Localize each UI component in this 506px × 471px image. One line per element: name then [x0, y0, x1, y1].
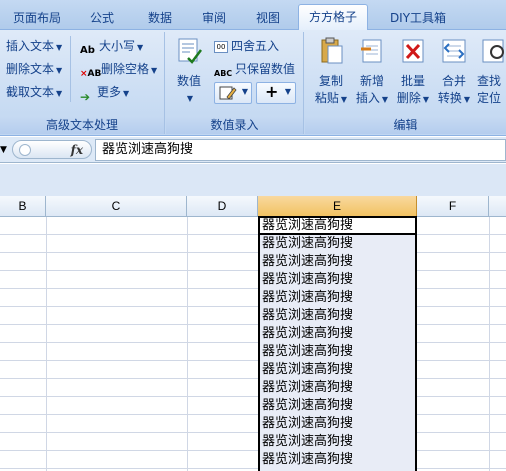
column-header-d[interactable]: D [187, 196, 258, 217]
insert-icon [361, 39, 382, 63]
find-locate-button[interactable]: 查找 定位 [475, 34, 506, 112]
abc-icon: ABC [214, 68, 233, 78]
delete-space-button[interactable]: ×AB删除空格 ▼ [80, 59, 157, 79]
extract-text-button[interactable]: 截取文本 ▼ [6, 82, 62, 102]
keep-value-button[interactable]: ABC 只保留数值 [214, 59, 295, 79]
column-header-e[interactable]: E [258, 196, 417, 217]
group-advanced-text: 插入文本 ▼ 删除文本 ▼ 截取文本 ▼ Ab 大小写 ▼ ×AB删除空格 ▼ ➔ 更多 ▼ 高… [0, 32, 165, 134]
merge-convert-button[interactable]: 合并 转换 ▼ [434, 34, 474, 112]
cell-e8[interactable]: 器览浏速高狗搜 [262, 343, 412, 361]
cell-e7[interactable]: 器览浏速高狗搜 [262, 325, 412, 343]
group-numeric-entry: 数值 ▼ 00 四舍五入 ABC 只保留数值 ▼ + ▼ 数值录入 [166, 32, 304, 134]
cell-e2[interactable]: 器览浏速高狗搜 [262, 235, 412, 253]
insert-function-button[interactable]: fx [71, 141, 83, 159]
case-button[interactable]: Ab 大小写 ▼ [80, 36, 143, 56]
group-label-advanced-text: 高级文本处理 [0, 116, 164, 134]
find-icon [482, 39, 504, 63]
cell-e14[interactable]: 器览浏速高狗搜 [262, 451, 412, 469]
column-header-f[interactable]: F [417, 196, 489, 217]
edit-icon [219, 86, 237, 100]
plus-icon: + [265, 82, 279, 101]
column-header-b[interactable]: B [0, 196, 46, 217]
worksheet-grid[interactable] [0, 217, 506, 471]
number-icon [178, 38, 202, 64]
gridline [46, 217, 47, 471]
cell-e13[interactable]: 器览浏速高狗搜 [262, 433, 412, 451]
cell-e12[interactable]: 器览浏速高狗搜 [262, 415, 412, 433]
delete-icon [402, 39, 424, 63]
cell-e11[interactable]: 器览浏速高狗搜 [262, 397, 412, 415]
divider [70, 36, 71, 102]
delete-space-icon: ×AB [80, 68, 102, 79]
cell-e10[interactable]: 器览浏速高狗搜 [262, 379, 412, 397]
add-dropdown-button[interactable]: + ▼ [256, 82, 296, 104]
formula-controls: fx [12, 140, 92, 159]
copy-paste-button[interactable]: 复制 粘贴 ▼ [311, 34, 351, 112]
tab-data[interactable]: 数据 [140, 6, 180, 30]
column-header-c[interactable]: C [46, 196, 187, 217]
tab-view[interactable]: 视图 [248, 6, 288, 30]
ribbon-tab-bar: 页面布局 公式 数据 审阅 视图 方方格子 DIY工具箱 [0, 0, 506, 31]
column-headers: B C D E F [0, 196, 506, 217]
add-insert-button[interactable]: 新增 插入 ▼ [352, 34, 392, 112]
tab-diy-toolbox[interactable]: DIY工具箱 [378, 6, 458, 30]
group-label-edit: 编辑 [305, 116, 506, 134]
name-box-dropdown-icon[interactable]: ▼ [0, 145, 7, 155]
insert-text-button[interactable]: 插入文本 ▼ [6, 36, 62, 56]
ribbon: 插入文本 ▼ 删除文本 ▼ 截取文本 ▼ Ab 大小写 ▼ ×AB删除空格 ▼ ➔ 更多 ▼ 高… [0, 30, 506, 136]
round-icon: 00 [214, 40, 228, 53]
cell-e4[interactable]: 器览浏速高狗搜 [262, 271, 412, 289]
group-edit: 复制 粘贴 ▼ 新增 插入 ▼ 批量 删除 ▼ 合并 转换 ▼ 查找 定位 编辑 [305, 32, 506, 134]
edit-dropdown-button[interactable]: ▼ [214, 82, 252, 104]
round-button[interactable]: 00 四舍五入 [214, 36, 279, 56]
tab-review[interactable]: 审阅 [194, 6, 234, 30]
gridline [187, 217, 188, 471]
tab-page-layout[interactable]: 页面布局 [6, 6, 68, 30]
column-header-g[interactable] [489, 196, 506, 217]
formula-input[interactable]: 器览浏速高狗搜 [95, 139, 506, 161]
merge-icon [442, 39, 466, 63]
number-button[interactable]: 数值 ▼ [170, 34, 208, 112]
formula-bar: ▼ fx 器览浏速高狗搜 [0, 137, 506, 163]
case-icon: Ab [80, 44, 95, 56]
tab-fangfang[interactable]: 方方格子 [298, 4, 368, 31]
batch-delete-button[interactable]: 批量 删除 ▼ [393, 34, 433, 112]
arrow-right-icon: ➔ [80, 89, 91, 104]
gridline [489, 217, 490, 471]
cell-e6[interactable]: 器览浏速高狗搜 [262, 307, 412, 325]
delete-text-button[interactable]: 删除文本 ▼ [6, 59, 62, 79]
cell-e1[interactable]: 器览浏速高狗搜 [262, 217, 412, 235]
more-button[interactable]: ➔ 更多 ▼ [80, 82, 129, 104]
cell-e9[interactable]: 器览浏速高狗搜 [262, 361, 412, 379]
group-label-numeric-entry: 数值录入 [166, 116, 303, 134]
toolbar-gap [0, 164, 506, 196]
cell-e5[interactable]: 器览浏速高狗搜 [262, 289, 412, 307]
tab-formulas[interactable]: 公式 [82, 6, 122, 30]
clipboard-icon [321, 37, 343, 64]
expand-circle-icon[interactable] [19, 144, 31, 156]
cell-e3[interactable]: 器览浏速高狗搜 [262, 253, 412, 271]
